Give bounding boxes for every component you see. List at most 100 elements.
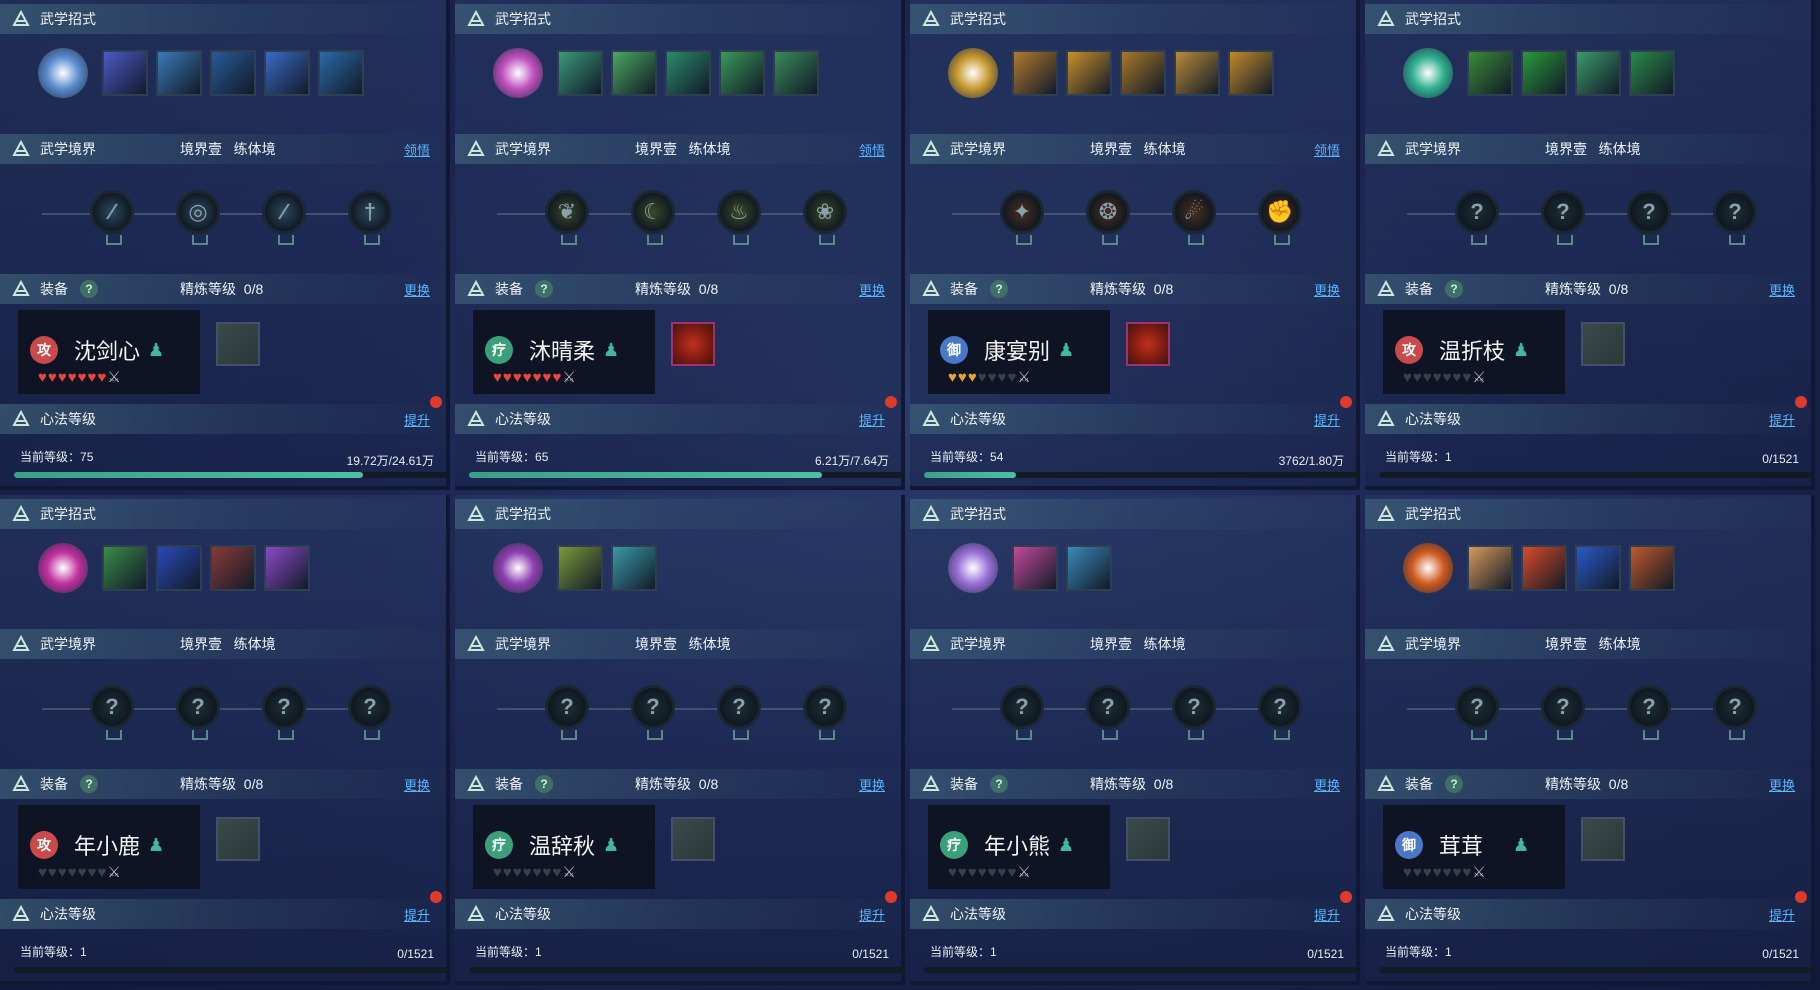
main-skill-icon[interactable] [493, 48, 543, 98]
realm-node[interactable]: ∕ [90, 190, 134, 245]
realm-node[interactable]: ? [348, 685, 392, 740]
skill-icon[interactable] [1066, 50, 1112, 96]
skill-icon[interactable] [1228, 50, 1274, 96]
realm-node[interactable]: ? [545, 685, 589, 740]
empty-gear-slot[interactable] [216, 817, 260, 861]
skill-icon[interactable] [1467, 545, 1513, 591]
upgrade-link[interactable]: 提升 [1314, 905, 1340, 924]
skill-icon[interactable] [264, 50, 310, 96]
help-icon[interactable]: ? [535, 280, 553, 298]
main-skill-icon[interactable] [948, 48, 998, 98]
realm-node[interactable]: ? [176, 685, 220, 740]
skill-icon[interactable] [1120, 50, 1166, 96]
character-card[interactable]: 攻沈剑心 ♟ ♥♥♥♥♥♥♥⚔ [18, 310, 200, 394]
realm-node[interactable]: ☾ [631, 190, 675, 245]
character-card[interactable]: 攻年小鹿 ♟ ♥♥♥♥♥♥♥⚔ [18, 805, 200, 889]
realm-node[interactable]: ? [90, 685, 134, 740]
realm-node[interactable]: ? [1713, 685, 1757, 740]
skill-icon[interactable] [665, 50, 711, 96]
help-icon[interactable]: ? [1445, 775, 1463, 793]
character-card[interactable]: 御茸茸 ♟ ♥♥♥♥♥♥♥⚔ [1383, 805, 1565, 889]
equipped-gear-slot[interactable] [671, 322, 715, 366]
empty-gear-slot[interactable] [216, 322, 260, 366]
skill-icon[interactable] [1629, 50, 1675, 96]
enlighten-link[interactable]: 领悟 [404, 140, 430, 159]
realm-node[interactable]: ? [803, 685, 847, 740]
help-icon[interactable]: ? [80, 280, 98, 298]
enlighten-link[interactable]: 领悟 [859, 140, 885, 159]
skill-icon[interactable] [102, 50, 148, 96]
realm-node[interactable]: ? [1086, 685, 1130, 740]
main-skill-icon[interactable] [38, 48, 88, 98]
realm-node[interactable]: ? [1000, 685, 1044, 740]
skill-icon[interactable] [318, 50, 364, 96]
main-skill-icon[interactable] [1403, 543, 1453, 593]
skill-icon[interactable] [1467, 50, 1513, 96]
help-icon[interactable]: ? [80, 775, 98, 793]
skill-icon[interactable] [210, 545, 256, 591]
help-icon[interactable]: ? [990, 280, 1008, 298]
realm-node[interactable]: ✊ [1258, 190, 1302, 245]
realm-node[interactable]: ? [1627, 685, 1671, 740]
character-card[interactable]: 疗年小熊 ♟ ♥♥♥♥♥♥♥⚔ [928, 805, 1110, 889]
skill-icon[interactable] [1174, 50, 1220, 96]
realm-node[interactable]: ☄ [1172, 190, 1216, 245]
upgrade-link[interactable]: 提升 [404, 905, 430, 924]
help-icon[interactable]: ? [1445, 280, 1463, 298]
main-skill-icon[interactable] [948, 543, 998, 593]
upgrade-link[interactable]: 提升 [404, 410, 430, 429]
upgrade-link[interactable]: 提升 [859, 410, 885, 429]
skill-icon[interactable] [1521, 545, 1567, 591]
realm-node[interactable]: ♨ [717, 190, 761, 245]
skill-icon[interactable] [557, 50, 603, 96]
main-skill-icon[interactable] [493, 543, 543, 593]
skill-icon[interactable] [156, 545, 202, 591]
upgrade-link[interactable]: 提升 [1769, 410, 1795, 429]
upgrade-link[interactable]: 提升 [1314, 410, 1340, 429]
realm-node[interactable]: ? [1455, 190, 1499, 245]
realm-node[interactable]: ? [1541, 190, 1585, 245]
realm-node[interactable]: ? [1258, 685, 1302, 740]
realm-node[interactable]: ? [1172, 685, 1216, 740]
swap-link[interactable]: 更换 [404, 280, 430, 299]
swap-link[interactable]: 更换 [404, 775, 430, 794]
skill-icon[interactable] [611, 50, 657, 96]
realm-node[interactable]: ❂ [1086, 190, 1130, 245]
skill-icon[interactable] [1575, 50, 1621, 96]
skill-icon[interactable] [102, 545, 148, 591]
swap-link[interactable]: 更换 [1769, 775, 1795, 794]
realm-node[interactable]: ? [1713, 190, 1757, 245]
realm-node[interactable]: ? [631, 685, 675, 740]
character-card[interactable]: 御康宴别 ♟ ♥♥♥♥♥♥♥⚔ [928, 310, 1110, 394]
upgrade-link[interactable]: 提升 [859, 905, 885, 924]
skill-icon[interactable] [1012, 50, 1058, 96]
skill-icon[interactable] [557, 545, 603, 591]
skill-icon[interactable] [156, 50, 202, 96]
empty-gear-slot[interactable] [1126, 817, 1170, 861]
realm-node[interactable]: ✦ [1000, 190, 1044, 245]
realm-node[interactable]: ? [1627, 190, 1671, 245]
character-card[interactable]: 疗沐晴柔 ♟ ♥♥♥♥♥♥♥⚔ [473, 310, 655, 394]
empty-gear-slot[interactable] [671, 817, 715, 861]
character-card[interactable]: 攻温折枝 ♟ ♥♥♥♥♥♥♥⚔ [1383, 310, 1565, 394]
realm-node[interactable]: ◎ [176, 190, 220, 245]
character-card[interactable]: 疗温辞秋 ♟ ♥♥♥♥♥♥♥⚔ [473, 805, 655, 889]
skill-icon[interactable] [611, 545, 657, 591]
enlighten-link[interactable]: 领悟 [1314, 140, 1340, 159]
skill-icon[interactable] [1521, 50, 1567, 96]
swap-link[interactable]: 更换 [859, 775, 885, 794]
realm-node[interactable]: ❀ [803, 190, 847, 245]
help-icon[interactable]: ? [535, 775, 553, 793]
realm-node[interactable]: ? [1455, 685, 1499, 740]
realm-node[interactable]: ? [262, 685, 306, 740]
equipped-gear-slot[interactable] [1126, 322, 1170, 366]
empty-gear-slot[interactable] [1581, 322, 1625, 366]
realm-node[interactable]: † [348, 190, 392, 245]
skill-icon[interactable] [264, 545, 310, 591]
skill-icon[interactable] [1012, 545, 1058, 591]
realm-node[interactable]: ❦ [545, 190, 589, 245]
realm-node[interactable]: ∕ [262, 190, 306, 245]
upgrade-link[interactable]: 提升 [1769, 905, 1795, 924]
skill-icon[interactable] [773, 50, 819, 96]
main-skill-icon[interactable] [38, 543, 88, 593]
